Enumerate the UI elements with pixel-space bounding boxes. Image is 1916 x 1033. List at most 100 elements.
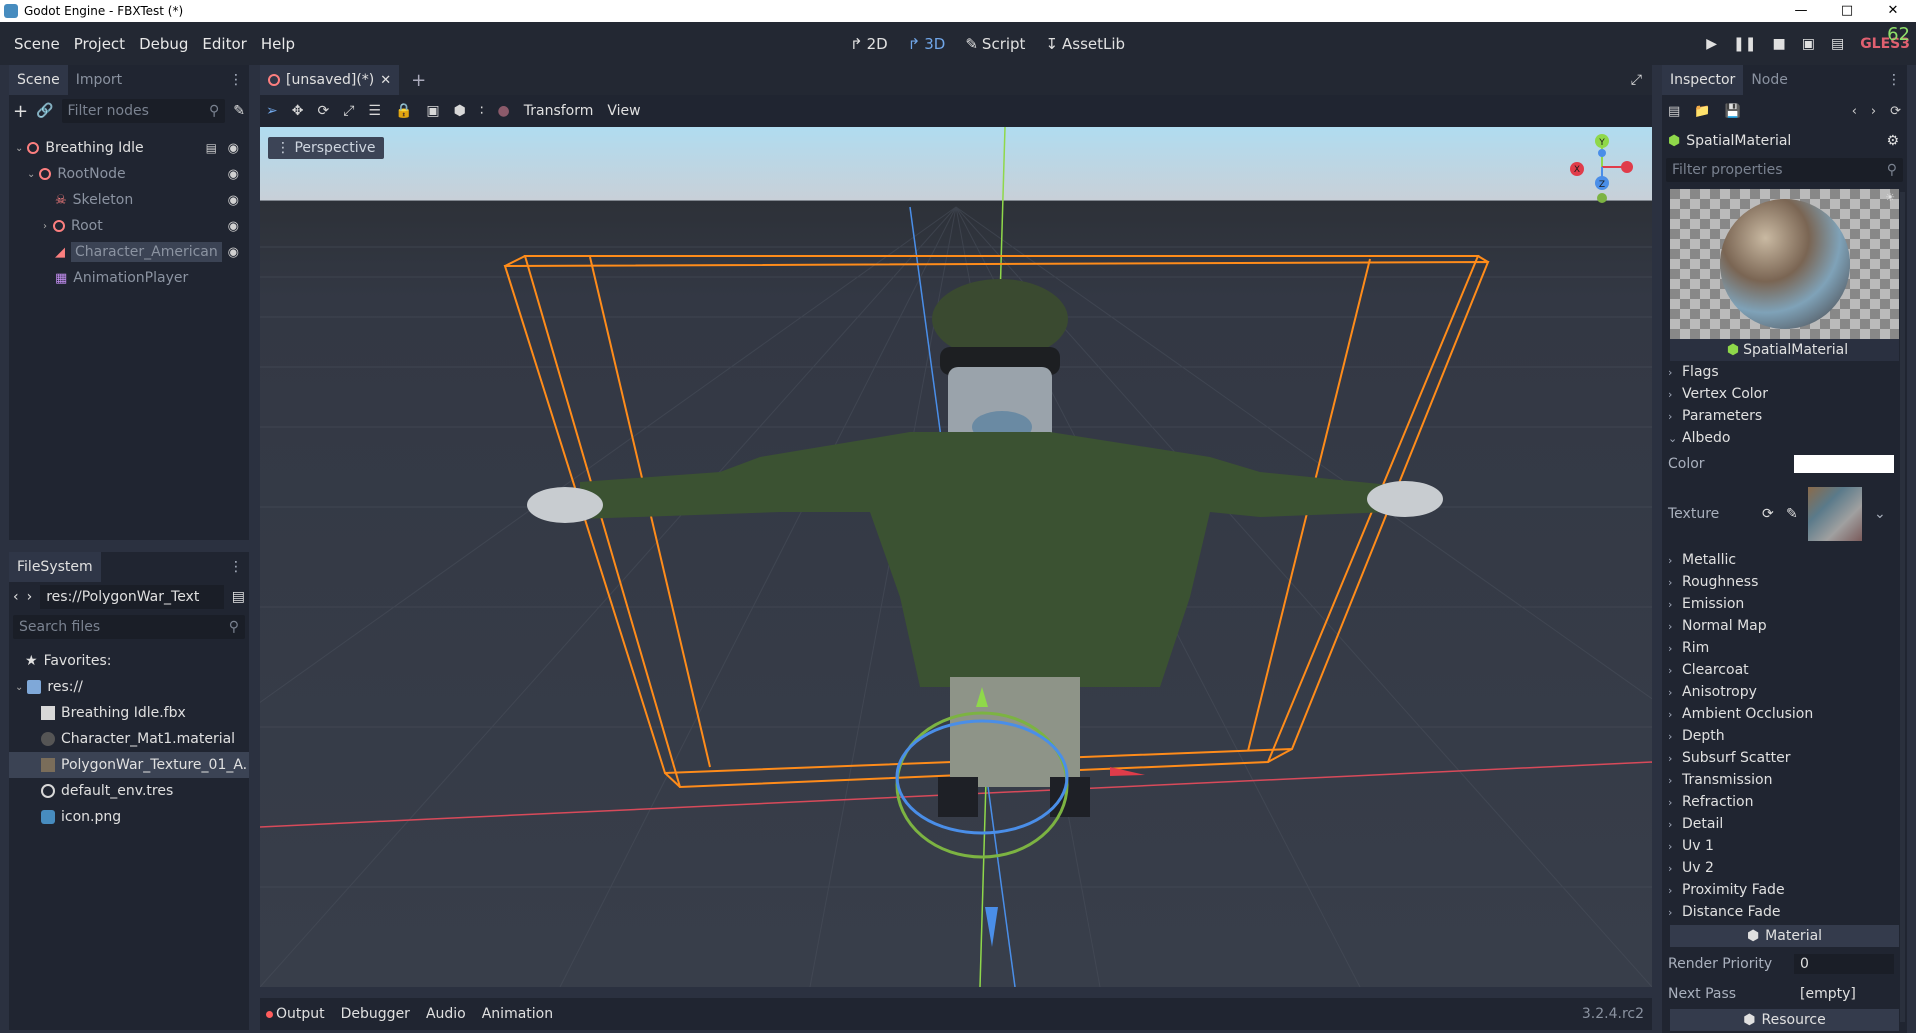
- section-distance-fade[interactable]: › Distance Fade: [1662, 901, 1907, 923]
- distraction-free-icon[interactable]: ⤢: [1631, 72, 1642, 88]
- scene-tab-unsaved[interactable]: [unsaved](*) ✕: [260, 65, 400, 95]
- visibility-eye-icon[interactable]: ◉: [228, 167, 239, 182]
- visibility-eye-icon[interactable]: ◉: [228, 141, 239, 156]
- section-material[interactable]: ⬢ Material: [1670, 925, 1899, 947]
- scale-mode-icon[interactable]: ⤢: [343, 103, 354, 119]
- tree-item-animationplayer[interactable]: ▦ AnimationPlayer: [9, 265, 249, 291]
- section-roughness[interactable]: › Roughness: [1662, 571, 1907, 593]
- maximize-button[interactable]: □: [1824, 0, 1870, 22]
- history-icon[interactable]: ⟳: [1890, 104, 1901, 119]
- lock-icon[interactable]: 🔒: [395, 103, 412, 119]
- save-resource-icon[interactable]: 💾: [1724, 104, 1740, 119]
- tree-item-rootnode[interactable]: ⌄ RootNode ◉: [9, 161, 249, 187]
- transform-menu[interactable]: Transform: [524, 103, 594, 119]
- tree-item-breathing-idle[interactable]: ⌄ Breathing Idle ▤ ◉: [9, 135, 249, 161]
- menu-help[interactable]: Help: [254, 35, 302, 53]
- new-scene-tab-icon[interactable]: +: [411, 70, 426, 91]
- tab-node[interactable]: Node: [1743, 65, 1796, 95]
- collapse-arrow-icon[interactable]: ⌄: [27, 169, 35, 180]
- local-space-icon[interactable]: ⬢: [454, 103, 466, 119]
- section-subsurf-scatter[interactable]: › Subsurf Scatter: [1662, 747, 1907, 769]
- play-custom-scene-icon[interactable]: ▤: [1831, 36, 1844, 52]
- fs-item-res[interactable]: ⌄ res://: [9, 674, 249, 700]
- rotate-mode-icon[interactable]: ⟳: [317, 103, 329, 119]
- section-proximity-fade[interactable]: › Proximity Fade: [1662, 879, 1907, 901]
- fs-item-polygonwar-texture[interactable]: PolygonWar_Texture_01_A.: [9, 752, 249, 778]
- texture-thumbnail[interactable]: [1808, 487, 1862, 541]
- tree-item-skeleton[interactable]: ☠ Skeleton ◉: [9, 187, 249, 213]
- attach-script-icon[interactable]: ✎: [233, 103, 245, 119]
- collapse-arrow-icon[interactable]: ⌄: [15, 682, 23, 693]
- inspector-scrollbar[interactable]: [1900, 192, 1905, 1022]
- output-tab[interactable]: Output: [266, 1006, 325, 1022]
- menu-editor[interactable]: Editor: [195, 35, 253, 53]
- minimize-button[interactable]: —: [1778, 0, 1824, 22]
- section-emission[interactable]: › Emission: [1662, 593, 1907, 615]
- snap-icon[interactable]: ∶: [480, 103, 484, 119]
- load-resource-icon[interactable]: 📁: [1694, 104, 1710, 119]
- resource-header[interactable]: ⬢ SpatialMaterial ⚙: [1662, 127, 1907, 155]
- search-files-input[interactable]: Search files ⚲: [13, 615, 245, 639]
- revert-icon[interactable]: ⟳: [1762, 506, 1774, 522]
- dock-menu-icon[interactable]: ⋮: [229, 559, 243, 575]
- dock-menu-icon[interactable]: ⋮: [229, 72, 243, 88]
- view-menu[interactable]: View: [607, 103, 640, 119]
- back-arrow-icon[interactable]: ‹: [13, 589, 19, 605]
- debugger-tab[interactable]: Debugger: [341, 1006, 410, 1022]
- play-icon[interactable]: ▶: [1706, 36, 1717, 52]
- forward-arrow-icon[interactable]: ›: [27, 589, 33, 605]
- tab-import[interactable]: Import: [68, 65, 130, 95]
- dock-menu-icon[interactable]: ⋮: [1887, 72, 1901, 88]
- move-mode-icon[interactable]: ✥: [292, 103, 304, 119]
- animation-tab[interactable]: Animation: [482, 1006, 553, 1022]
- select-mode-icon[interactable]: ➢: [266, 103, 278, 119]
- audio-tab[interactable]: Audio: [426, 1006, 466, 1022]
- edit-texture-icon[interactable]: ✎: [1786, 506, 1798, 522]
- object-properties-icon[interactable]: ⚙: [1886, 133, 1899, 149]
- dropdown-arrow-icon[interactable]: ⌄: [1874, 506, 1886, 522]
- workspace-2d-button[interactable]: ↱ 2D: [850, 35, 888, 53]
- add-node-icon[interactable]: +: [13, 101, 28, 122]
- list-select-icon[interactable]: ☰: [368, 103, 381, 119]
- section-anisotropy[interactable]: › Anisotropy: [1662, 681, 1907, 703]
- section-clearcoat[interactable]: › Clearcoat: [1662, 659, 1907, 681]
- path-input[interactable]: res://PolygonWar_Text: [40, 585, 224, 609]
- section-depth[interactable]: › Depth: [1662, 725, 1907, 747]
- animation-icon[interactable]: ▤: [206, 141, 217, 155]
- 3d-viewport[interactable]: ⋮ Perspective Y X Z: [260, 127, 1652, 987]
- fs-item-icon-png[interactable]: icon.png: [9, 804, 249, 830]
- section-rim[interactable]: › Rim: [1662, 637, 1907, 659]
- visibility-eye-icon[interactable]: ◉: [228, 219, 239, 234]
- section-resource[interactable]: ⬢ Resource: [1670, 1009, 1899, 1031]
- render-priority-spinbox[interactable]: 0: [1794, 954, 1894, 974]
- fs-item-default-env[interactable]: default_env.tres: [9, 778, 249, 804]
- section-ambient-occlusion[interactable]: › Ambient Occlusion: [1662, 703, 1907, 725]
- fs-item-favorites[interactable]: ★ Favorites:: [9, 648, 249, 674]
- section-normal-map[interactable]: › Normal Map: [1662, 615, 1907, 637]
- section-albedo[interactable]: ⌄ Albedo: [1662, 427, 1907, 449]
- albedo-color-swatch[interactable]: [1794, 455, 1894, 473]
- close-window-button[interactable]: ✕: [1870, 0, 1916, 22]
- section-metallic[interactable]: › Metallic: [1662, 549, 1907, 571]
- tab-filesystem[interactable]: FileSystem: [9, 552, 101, 582]
- history-back-icon[interactable]: ‹: [1852, 104, 1857, 119]
- light-toggle-icon[interactable]: ☀: [1885, 191, 1895, 204]
- next-pass-picker[interactable]: [empty]: [1794, 986, 1894, 1002]
- history-forward-icon[interactable]: ›: [1871, 104, 1876, 119]
- section-detail[interactable]: › Detail: [1662, 813, 1907, 835]
- perspective-menu-button[interactable]: ⋮ Perspective: [268, 137, 384, 159]
- section-flags[interactable]: › Flags: [1662, 361, 1907, 383]
- workspace-script-button[interactable]: ✎ Script: [965, 35, 1025, 53]
- pause-icon[interactable]: ❚❚: [1733, 36, 1756, 52]
- workspace-assetlib-button[interactable]: ↧ AssetLib: [1045, 35, 1125, 53]
- menu-project[interactable]: Project: [67, 35, 132, 53]
- stop-icon[interactable]: ■: [1772, 36, 1785, 52]
- menu-scene[interactable]: Scene: [7, 35, 67, 53]
- filter-nodes-input[interactable]: Filter nodes ⚲: [61, 99, 226, 123]
- collapse-arrow-icon[interactable]: ⌄: [15, 143, 23, 154]
- visibility-eye-icon[interactable]: ◉: [228, 193, 239, 208]
- tree-item-character-american[interactable]: ◢ Character_American ◉: [9, 239, 249, 265]
- section-refraction[interactable]: › Refraction: [1662, 791, 1907, 813]
- menu-debug[interactable]: Debug: [132, 35, 195, 53]
- section-transmission[interactable]: › Transmission: [1662, 769, 1907, 791]
